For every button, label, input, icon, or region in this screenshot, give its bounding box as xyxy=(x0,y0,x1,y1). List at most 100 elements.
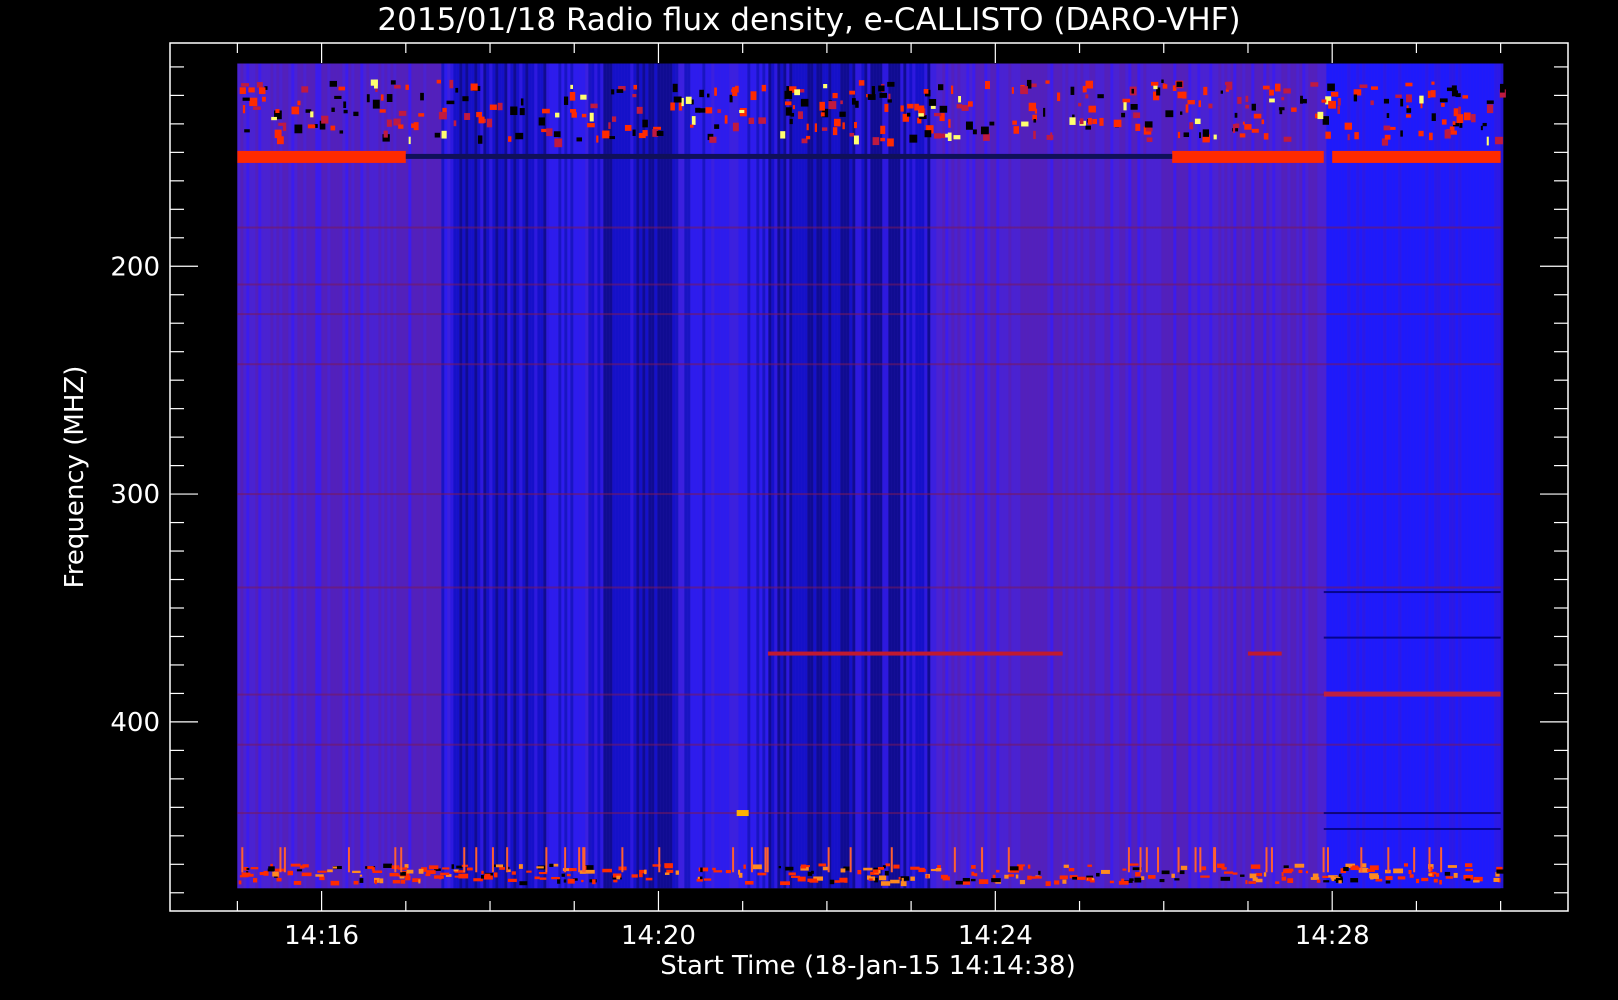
heatmap-column xyxy=(1269,63,1273,889)
heatmap-column xyxy=(675,63,679,889)
heatmap-column xyxy=(1188,63,1192,889)
heatmap-speckle xyxy=(613,879,618,883)
heatmap-column xyxy=(732,63,736,889)
heatmap-speckle xyxy=(947,132,952,142)
heatmap-speckle xyxy=(453,120,457,127)
heatmap-column xyxy=(1347,63,1351,889)
heatmap-column xyxy=(837,63,841,889)
heatmap-speckle xyxy=(1078,102,1082,107)
heatmap-speckle xyxy=(519,108,525,116)
heatmap-column xyxy=(1422,63,1426,889)
heatmap-speckle xyxy=(761,84,767,92)
heatmap-column xyxy=(432,63,436,889)
heatmap-speckle xyxy=(840,100,843,105)
heatmap-column xyxy=(1026,63,1030,889)
heatmap-column xyxy=(1341,63,1345,889)
heatmap-column xyxy=(696,63,700,889)
heatmap-column xyxy=(1113,63,1117,889)
heatmap-speckle xyxy=(250,867,259,870)
heatmap-speckle xyxy=(789,118,793,125)
heatmap-speckle xyxy=(616,875,621,880)
freq-line xyxy=(237,693,1501,696)
heatmap-speckle xyxy=(1465,863,1473,868)
heatmap-column xyxy=(501,63,505,889)
heatmap-column xyxy=(666,63,670,889)
heatmap-speckle xyxy=(1162,84,1168,89)
heatmap-spike xyxy=(764,847,767,873)
heatmap-speckle xyxy=(887,81,895,87)
heatmap-column xyxy=(714,63,718,889)
heatmap-column xyxy=(654,63,658,889)
heatmap-speckle xyxy=(466,867,473,871)
heatmap-speckle xyxy=(631,874,638,878)
hot-band xyxy=(767,651,912,656)
heatmap-speckle xyxy=(1176,81,1183,87)
heatmap-spike xyxy=(1265,847,1268,873)
heatmap-speckle xyxy=(1283,136,1292,142)
heatmap-speckle xyxy=(1087,117,1092,125)
heatmap-column xyxy=(1074,63,1078,889)
heatmap-speckle xyxy=(724,115,728,124)
heatmap-speckle xyxy=(1140,876,1145,880)
heatmap-speckle xyxy=(1463,112,1471,121)
heatmap-column xyxy=(387,63,391,889)
freq-line xyxy=(1323,636,1501,639)
heatmap-column xyxy=(279,63,283,889)
heatmap-speckle xyxy=(698,108,706,113)
heatmap-column xyxy=(1326,63,1330,889)
heatmap-speckle xyxy=(1400,130,1403,137)
heatmap-column xyxy=(1164,63,1168,889)
heatmap-speckle xyxy=(570,109,577,113)
heatmap-speckle xyxy=(636,106,643,114)
heatmap-speckle xyxy=(780,881,790,886)
heatmap-column xyxy=(657,63,661,889)
heatmap-spike xyxy=(564,847,567,873)
heatmap-speckle xyxy=(1386,113,1390,119)
heatmap-speckle xyxy=(268,866,275,871)
heatmap-column xyxy=(399,63,403,889)
heatmap-speckle xyxy=(700,867,703,873)
heatmap-speckle xyxy=(462,96,469,102)
heatmap-speckle xyxy=(1471,114,1476,123)
y-tick-label: 200 xyxy=(110,252,160,282)
heatmap-column xyxy=(1425,63,1429,889)
heatmap-spike xyxy=(953,847,956,873)
heatmap-speckle xyxy=(971,865,976,869)
heatmap-column xyxy=(888,63,892,889)
heatmap-column xyxy=(576,63,580,889)
heatmap-speckle xyxy=(1486,136,1489,146)
heatmap-column xyxy=(693,63,697,889)
heatmap-speckle xyxy=(632,129,636,136)
heatmap-speckle xyxy=(259,871,267,876)
heatmap-column xyxy=(1176,63,1180,889)
heatmap-speckle xyxy=(1337,105,1341,114)
heatmap-column xyxy=(1401,63,1405,889)
heatmap-speckle xyxy=(732,122,739,132)
heatmap-column xyxy=(774,63,778,889)
heatmap-column xyxy=(1062,63,1066,889)
heatmap-speckle xyxy=(372,99,380,109)
heatmap-speckle xyxy=(1338,880,1342,884)
heatmap-speckle xyxy=(390,80,396,85)
heatmap-column xyxy=(255,63,259,889)
heatmap-speckle xyxy=(470,83,478,91)
heatmap-column xyxy=(480,63,484,889)
heatmap-speckle xyxy=(1287,878,1294,883)
heatmap-spike xyxy=(241,847,244,873)
heatmap-speckle xyxy=(1358,867,1369,873)
heatmap-column xyxy=(1128,63,1132,889)
heatmap-speckle xyxy=(508,136,512,142)
heatmap-speckle xyxy=(784,90,793,99)
heatmap-speckle xyxy=(732,87,738,97)
heatmap-speckle xyxy=(464,113,471,120)
heatmap-speckle xyxy=(996,869,1000,873)
heatmap-speckle xyxy=(1234,112,1238,118)
heatmap-column xyxy=(1041,63,1045,889)
heatmap-column xyxy=(792,63,796,889)
heatmap-speckle xyxy=(1174,878,1180,881)
heatmap-column xyxy=(1083,63,1087,889)
heatmap-column xyxy=(1224,63,1228,889)
heatmap-column xyxy=(1356,63,1360,889)
heatmap-speckle xyxy=(1232,872,1238,875)
heatmap-speckle xyxy=(853,135,859,145)
